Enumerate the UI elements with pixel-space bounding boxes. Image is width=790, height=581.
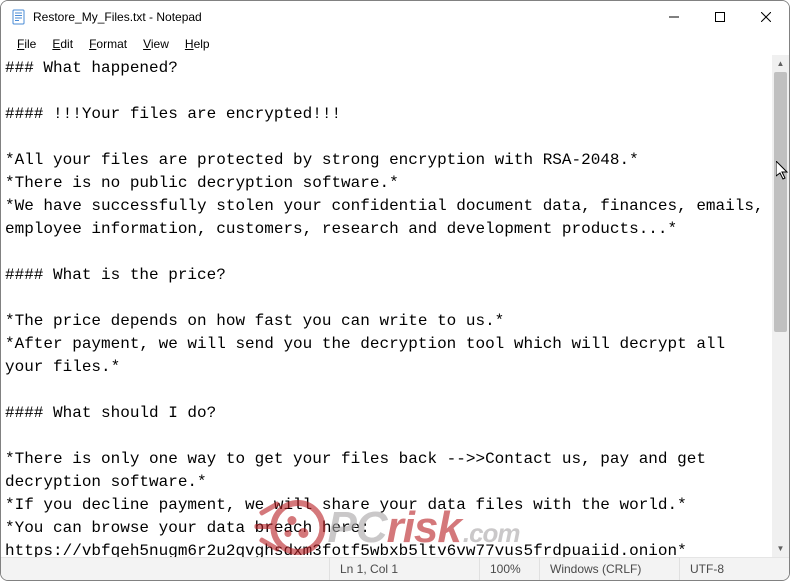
status-zoom: 100% — [479, 558, 539, 580]
minimize-button[interactable] — [651, 1, 697, 33]
scroll-down-arrow[interactable]: ▼ — [772, 540, 789, 557]
content-area: ### What happened? #### !!!Your files ar… — [1, 55, 789, 557]
window-controls — [651, 1, 789, 33]
statusbar: Ln 1, Col 1 100% Windows (CRLF) UTF-8 — [1, 557, 789, 580]
vertical-scrollbar[interactable]: ▲ ▼ — [772, 55, 789, 557]
status-line-col: Ln 1, Col 1 — [329, 558, 479, 580]
menubar: File Edit Format View Help — [1, 33, 789, 55]
scroll-thumb[interactable] — [774, 72, 787, 332]
status-line-ending: Windows (CRLF) — [539, 558, 679, 580]
maximize-button[interactable] — [697, 1, 743, 33]
menu-format[interactable]: Format — [81, 35, 135, 53]
notepad-icon — [11, 9, 27, 25]
menu-edit[interactable]: Edit — [44, 35, 81, 53]
menu-help[interactable]: Help — [177, 35, 218, 53]
text-editor[interactable]: ### What happened? #### !!!Your files ar… — [1, 55, 772, 557]
status-encoding: UTF-8 — [679, 558, 789, 580]
menu-view[interactable]: View — [135, 35, 177, 53]
close-button[interactable] — [743, 1, 789, 33]
notepad-window: Restore_My_Files.txt - Notepad File Edit… — [0, 0, 790, 581]
menu-file[interactable]: File — [9, 35, 44, 53]
scroll-up-arrow[interactable]: ▲ — [772, 55, 789, 72]
status-spacer — [1, 558, 329, 580]
window-title: Restore_My_Files.txt - Notepad — [33, 10, 651, 24]
titlebar[interactable]: Restore_My_Files.txt - Notepad — [1, 1, 789, 33]
